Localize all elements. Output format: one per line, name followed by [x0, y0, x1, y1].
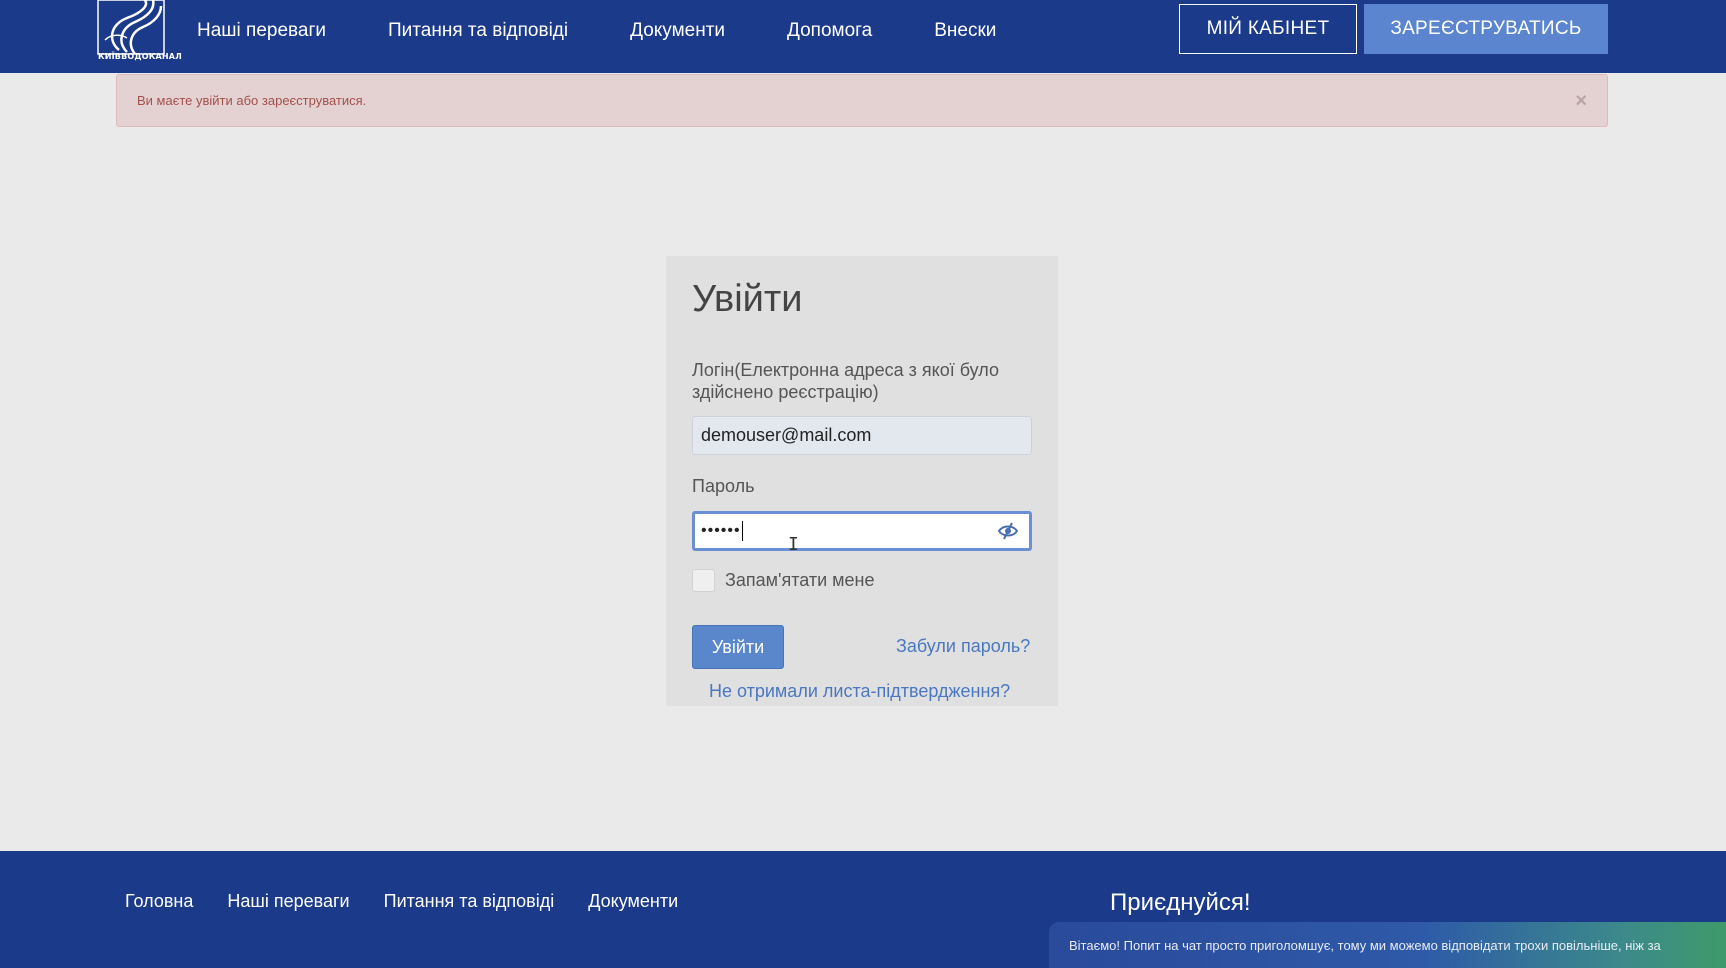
chat-widget-message: Вітаємо! Попит на чат просто приголомшує… [1069, 938, 1661, 953]
remember-me-label[interactable]: Запам'ятати мене [725, 570, 875, 591]
logo-text: КИЇВВОДОКАНАЛ [98, 52, 182, 61]
chat-widget-bar[interactable]: Вітаємо! Попит на чат просто приголомшує… [1049, 922, 1726, 968]
email-field[interactable]: demouser@mail.com [692, 416, 1032, 455]
nav-item-contributions[interactable]: Внески [934, 20, 996, 42]
login-panel: Увійти Логін(Електронна адреса з якої бу… [666, 256, 1058, 706]
register-button[interactable]: ЗАРЕЄСТРУВАТИСЬ [1364, 4, 1608, 54]
email-field-value: demouser@mail.com [701, 425, 872, 445]
footer-link-faq[interactable]: Питання та відповіді [384, 891, 555, 912]
login-field-label: Логін(Електронна адреса з якої було здій… [692, 360, 999, 402]
eye-slash-icon[interactable] [997, 521, 1019, 541]
main-nav: Наші переваги Питання та відповіді Докум… [197, 0, 1058, 62]
login-title: Увійти [692, 278, 803, 320]
mouse-cursor-icon: I [788, 534, 799, 555]
alert-message: Ви маєте увійти або зареєструватися. [137, 93, 367, 108]
login-required-alert: Ви маєте увійти або зареєструватися. × [116, 74, 1608, 127]
password-field[interactable]: •••••• [692, 511, 1032, 551]
footer-link-advantages[interactable]: Наші переваги [227, 891, 349, 912]
my-cabinet-button[interactable]: МІЙ КАБІНЕТ [1179, 4, 1357, 54]
nav-item-advantages[interactable]: Наші переваги [197, 20, 326, 42]
footer-link-home[interactable]: Головна [125, 891, 193, 912]
resend-confirmation-link[interactable]: Не отримали листа-підтвердження? [709, 681, 1010, 702]
password-field-value: •••••• [701, 522, 741, 539]
join-heading: Приєднуйся! [1110, 889, 1251, 916]
nav-item-documents[interactable]: Документи [630, 20, 725, 42]
forgot-password-link[interactable]: Забули пароль? [896, 636, 1030, 657]
close-icon[interactable]: × [1575, 91, 1587, 111]
login-submit-button[interactable]: Увійти [692, 625, 784, 669]
remember-me[interactable]: Запам'ятати мене [692, 569, 875, 592]
text-caret [741, 521, 743, 541]
remember-me-checkbox[interactable] [692, 569, 715, 592]
top-navbar: КИЇВВОДОКАНАЛ Наші переваги Питання та в… [0, 0, 1726, 73]
footer-link-documents[interactable]: Документи [588, 891, 678, 912]
nav-item-help[interactable]: Допомога [787, 20, 872, 42]
password-field-label: Пароль [692, 476, 755, 496]
footer-nav: Головна Наші переваги Питання та відпові… [125, 891, 712, 912]
nav-item-faq[interactable]: Питання та відповіді [388, 20, 568, 42]
